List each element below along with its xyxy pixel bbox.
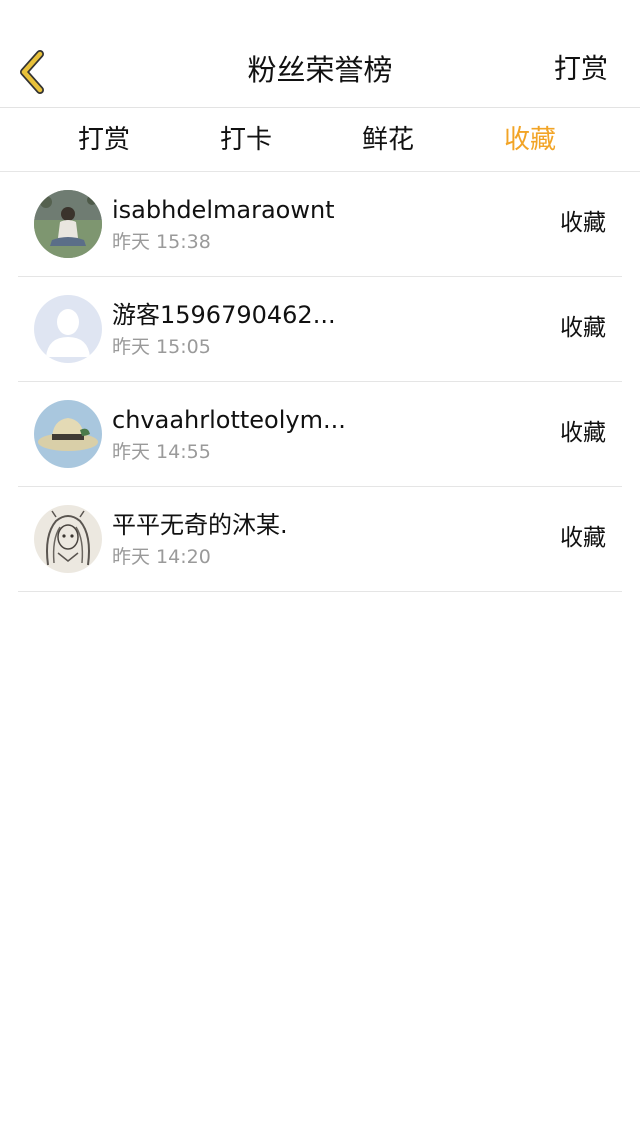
list-item[interactable]: isabhdelmaraownt 昨天 15:38 收藏 (18, 172, 622, 277)
tab-bar: 打赏 打卡 鲜花 收藏 (0, 108, 640, 172)
list-item[interactable]: 游客1596790462... 昨天 15:05 收藏 (18, 277, 622, 382)
page-title: 粉丝荣誉榜 (247, 53, 393, 87)
avatar (34, 400, 102, 468)
list-item[interactable]: 平平无奇的沐某. 昨天 14:20 收藏 (18, 487, 622, 592)
tab-checkin[interactable]: 打卡 (175, 108, 317, 171)
user-name: chvaahrlotteolym... (112, 406, 346, 434)
chevron-left-icon (20, 50, 44, 94)
user-name: isabhdelmaraownt (112, 196, 335, 224)
app-screen: 粉丝荣誉榜 打赏 打赏 打卡 鲜花 收藏 isabhdelmaraownt 昨天… (0, 0, 640, 1139)
timestamp: 昨天 15:38 (112, 231, 211, 253)
tab-reward[interactable]: 打赏 (33, 108, 175, 171)
back-button[interactable] (10, 46, 56, 98)
avatar (34, 190, 102, 258)
tab-favorites[interactable]: 收藏 (459, 108, 601, 171)
tab-flowers[interactable]: 鲜花 (317, 108, 459, 171)
timestamp: 昨天 15:05 (112, 336, 211, 358)
avatar (34, 505, 102, 573)
photo-avatar-sketch-girl (34, 505, 102, 573)
timestamp: 昨天 14:20 (112, 546, 211, 568)
action-label: 收藏 (560, 210, 606, 236)
photo-avatar-straw-hat (34, 400, 102, 468)
fan-list: isabhdelmaraownt 昨天 15:38 收藏 游客159679046… (0, 172, 640, 592)
reward-button[interactable]: 打赏 (554, 48, 608, 92)
avatar (34, 295, 102, 363)
default-avatar-silhouette (34, 295, 102, 363)
user-name: 平平无奇的沐某. (112, 511, 288, 539)
action-label: 收藏 (560, 420, 606, 446)
action-label: 收藏 (560, 525, 606, 551)
photo-avatar-person-grass (34, 190, 102, 258)
timestamp: 昨天 14:55 (112, 441, 211, 463)
list-item[interactable]: chvaahrlotteolym... 昨天 14:55 收藏 (18, 382, 622, 487)
action-label: 收藏 (560, 315, 606, 341)
navigation-bar: 粉丝荣誉榜 打赏 (0, 0, 640, 108)
user-name: 游客1596790462... (112, 301, 336, 329)
